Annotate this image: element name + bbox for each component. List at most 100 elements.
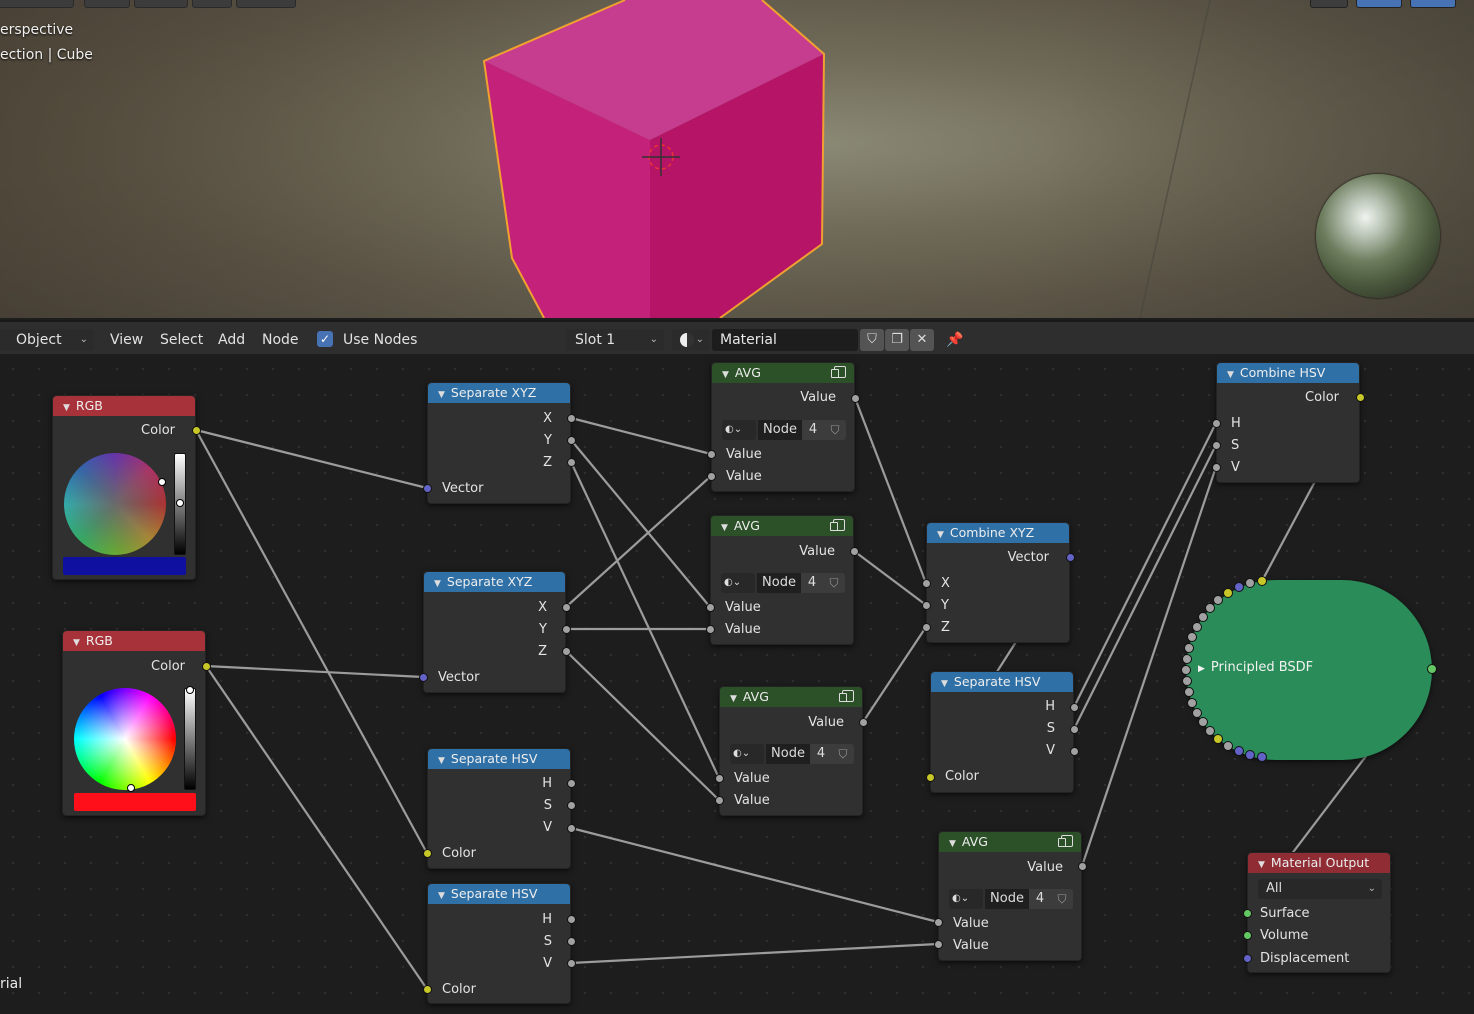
combine-hsv-node[interactable]: ▼ Combine HSV Color H S V <box>1216 362 1360 483</box>
node-group-selector[interactable]: ◐⌄ Node 4 ⛉ <box>949 889 1073 909</box>
expand-icon[interactable]: ▶ <box>1198 664 1205 674</box>
socket-input-value[interactable] <box>706 603 715 612</box>
node-header[interactable]: ▼ Material Output <box>1248 853 1390 873</box>
socket-input-value[interactable] <box>715 796 724 805</box>
socket-input-volume[interactable] <box>1243 931 1252 940</box>
collapse-icon[interactable]: ▼ <box>730 694 737 704</box>
socket-output-s[interactable] <box>567 937 576 946</box>
socket-input-z[interactable] <box>922 623 931 632</box>
color-wheel[interactable] <box>64 453 166 555</box>
menu-select[interactable]: Select <box>160 329 203 351</box>
node-header[interactable]: ▼ RGB <box>53 396 195 416</box>
color-picker-handle[interactable] <box>127 784 135 792</box>
socket-input-color[interactable] <box>423 849 432 858</box>
socket-input-surface[interactable] <box>1243 909 1252 918</box>
socket-output-v[interactable] <box>1070 747 1079 756</box>
node-tree-browse-icon[interactable]: ◐⌄ <box>722 420 756 440</box>
node-header[interactable]: ▼ AVG <box>711 516 853 536</box>
socket-output-color[interactable] <box>202 662 211 671</box>
collapse-icon[interactable]: ▼ <box>438 390 445 400</box>
socket-output-h[interactable] <box>567 779 576 788</box>
socket-input-color[interactable] <box>926 773 935 782</box>
socket-output-value[interactable] <box>859 718 868 727</box>
node-header[interactable]: ▼ Combine XYZ <box>927 523 1069 543</box>
slot-dropdown[interactable]: Slot 1 ⌄ <box>566 329 664 351</box>
socket-output-z[interactable] <box>567 458 576 467</box>
menu-node[interactable]: Node <box>262 329 299 351</box>
color-swatch[interactable] <box>74 793 196 811</box>
collapse-icon[interactable]: ▼ <box>1258 860 1265 870</box>
socket-input-displacement[interactable] <box>1243 954 1252 963</box>
use-nodes-checkbox[interactable]: ✓ <box>317 331 333 347</box>
collapse-icon[interactable]: ▼ <box>434 579 441 589</box>
shield-icon[interactable]: ⛉ <box>860 329 884 351</box>
menu-add[interactable]: Add <box>218 329 245 351</box>
separate-hsv-node-1[interactable]: ▼ Separate HSV H S V Color <box>427 748 571 869</box>
node-tree-browse-icon[interactable]: ◐⌄ <box>949 889 983 909</box>
socket-output-y[interactable] <box>567 436 576 445</box>
color-swatch[interactable] <box>63 557 186 575</box>
avg-group-node-4[interactable]: ▼ AVG Value ◐⌄ Node 4 ⛉ Value Value <box>938 831 1082 961</box>
socket-output-value[interactable] <box>1078 862 1087 871</box>
group-users-count[interactable]: 4 <box>1029 889 1051 909</box>
node-group-icon[interactable] <box>839 690 854 702</box>
socket-input-value[interactable] <box>707 472 716 481</box>
collapse-icon[interactable]: ▼ <box>721 523 728 533</box>
socket-output-x[interactable] <box>562 603 571 612</box>
color-picker-handle[interactable] <box>158 478 166 486</box>
socket-output-vector[interactable] <box>1066 553 1075 562</box>
avg-group-node-3[interactable]: ▼ AVG Value ◐⌄ Node 4 ⛉ Value Value <box>719 686 863 816</box>
socket-input-vector[interactable] <box>419 673 428 682</box>
group-name-field[interactable]: Node <box>757 573 801 593</box>
cube-object[interactable] <box>0 0 1474 318</box>
separate-xyz-node-2[interactable]: ▼ Separate XYZ X Y Z Vector <box>423 571 566 693</box>
socket-input-s[interactable] <box>1212 441 1221 450</box>
node-header[interactable]: ▼ Separate HSV <box>931 672 1073 692</box>
socket-output-s[interactable] <box>1070 725 1079 734</box>
socket-input-vector[interactable] <box>423 484 432 493</box>
combine-xyz-node[interactable]: ▼ Combine XYZ Vector X Y Z <box>926 522 1070 643</box>
rgb-node-1[interactable]: ▼ RGB Color <box>52 395 196 580</box>
socket-output-v[interactable] <box>567 959 576 968</box>
node-header[interactable]: ▼ Separate XYZ <box>424 572 565 592</box>
collapse-icon[interactable]: ▼ <box>941 679 948 689</box>
group-users-count[interactable]: 4 <box>802 420 824 440</box>
socket-input-value[interactable] <box>934 918 943 927</box>
socket-output-z[interactable] <box>562 647 571 656</box>
collapse-icon[interactable]: ▼ <box>949 839 956 849</box>
socket-output-color[interactable] <box>192 426 201 435</box>
node-header[interactable]: ▼ Separate XYZ <box>428 383 570 403</box>
node-header[interactable]: ▼ AVG <box>712 363 854 383</box>
socket-input-value[interactable] <box>707 450 716 459</box>
node-group-selector[interactable]: ◐⌄ Node 4 ⛉ <box>730 744 854 764</box>
node-header[interactable]: ▼ AVG <box>939 832 1081 852</box>
node-header[interactable]: ▼ Combine HSV <box>1217 363 1359 383</box>
material-browse-button[interactable]: ⌄ <box>672 329 710 351</box>
avg-group-node-2[interactable]: ▼ AVG Value ◐⌄ Node 4 ⛉ Value Value <box>710 515 854 645</box>
collapse-icon[interactable]: ▼ <box>63 403 70 413</box>
node-tree-browse-icon[interactable]: ◐⌄ <box>730 744 764 764</box>
duplicate-icon[interactable]: ❐ <box>885 329 909 351</box>
object-mode-dropdown[interactable]: Object ⌄ <box>0 329 94 351</box>
fake-user-shield-icon[interactable]: ⛉ <box>823 573 845 593</box>
color-wheel[interactable] <box>74 688 176 790</box>
node-header[interactable]: ▼ AVG <box>720 687 862 707</box>
fake-user-shield-icon[interactable]: ⛉ <box>1051 889 1073 909</box>
fake-user-shield-icon[interactable]: ⛉ <box>824 420 846 440</box>
group-name-field[interactable]: Node <box>766 744 810 764</box>
3d-viewport[interactable]: erspective ection | Cube <box>0 0 1474 318</box>
use-nodes-label[interactable]: Use Nodes <box>343 329 417 351</box>
socket-output-color[interactable] <box>1356 393 1365 402</box>
avg-group-node-1[interactable]: ▼ AVG Value ◐⌄ Node 4 ⛉ Value Value <box>711 362 855 492</box>
group-name-field[interactable]: Node <box>758 420 802 440</box>
node-header[interactable]: ▼ Separate HSV <box>428 884 570 904</box>
socket-output-v[interactable] <box>567 824 576 833</box>
rgb-node-2[interactable]: ▼ RGB Color <box>62 630 206 816</box>
collapse-icon[interactable]: ▼ <box>73 638 80 648</box>
separate-hsv-node-3[interactable]: ▼ Separate HSV H S V Color <box>930 671 1074 793</box>
material-name-field[interactable]: Material <box>712 329 858 351</box>
pin-icon[interactable]: 📌 <box>946 329 963 351</box>
value-slider[interactable] <box>184 688 196 790</box>
node-group-selector[interactable]: ◐⌄ Node 4 ⛉ <box>722 420 846 440</box>
collapse-icon[interactable]: ▼ <box>438 891 445 901</box>
